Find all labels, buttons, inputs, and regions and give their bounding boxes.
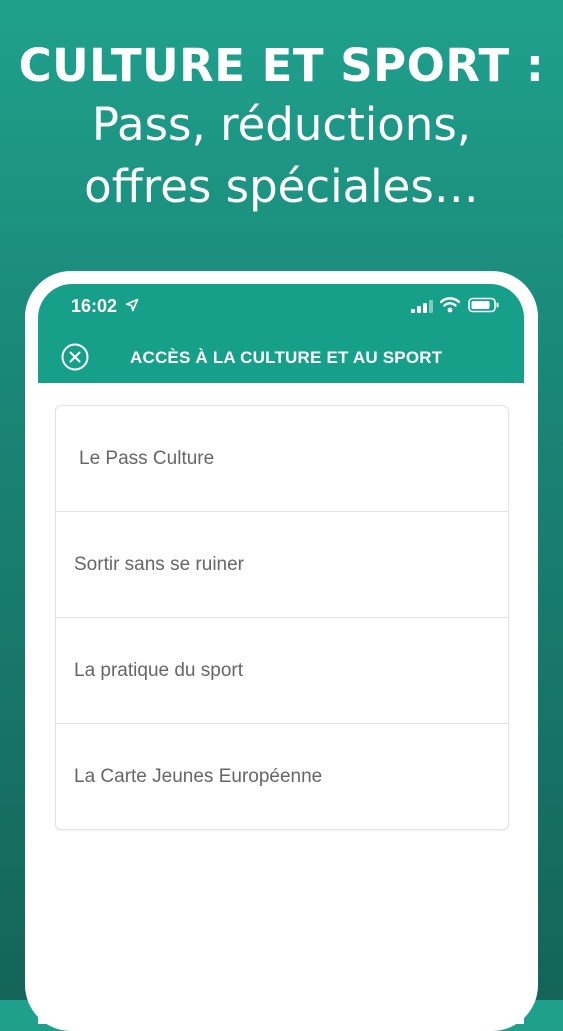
list-item-label: Le Pass Culture: [79, 448, 215, 469]
phone-screen: 16:02 ACCÈS À LA CULTURE ET AU SPORT Le …: [38, 284, 524, 1024]
list-item-pass-culture[interactable]: Le Pass Culture: [56, 406, 508, 511]
list-item-label: Sortir sans se ruiner: [74, 554, 245, 575]
headline-subtitle-line-2: offres spéciales…: [84, 160, 479, 213]
status-time: 16:02: [71, 296, 118, 316]
list-item-label: La Carte Jeunes Européenne: [74, 766, 323, 787]
headline-subtitle-line-1: Pass, réductions,: [91, 98, 472, 151]
wifi-icon: [440, 297, 460, 313]
phone-frame: 16:02 ACCÈS À LA CULTURE ET AU SPORT Le …: [25, 271, 538, 1031]
list-item-pratique-du-sport[interactable]: La pratique du sport: [56, 617, 508, 723]
list-item-sortir-sans-se-ruiner[interactable]: Sortir sans se ruiner: [56, 511, 508, 617]
screen-title: ACCÈS À LA CULTURE ET AU SPORT: [130, 348, 443, 367]
location-arrow-icon: [125, 298, 139, 312]
battery-icon: [468, 297, 499, 313]
list-item-carte-jeunes-europeenne[interactable]: La Carte Jeunes Européenne: [56, 723, 508, 829]
headline-title: CULTURE ET SPORT :: [18, 39, 545, 92]
close-circle-icon[interactable]: [61, 343, 89, 371]
signal-icon: [411, 300, 433, 313]
options-list: Le Pass Culture Sortir sans se ruiner La…: [55, 405, 509, 830]
list-item-label: La pratique du sport: [74, 660, 244, 681]
promo-headline: CULTURE ET SPORT : Pass, réductions, off…: [0, 38, 563, 218]
app-header: 16:02 ACCÈS À LA CULTURE ET AU SPORT: [38, 284, 524, 383]
